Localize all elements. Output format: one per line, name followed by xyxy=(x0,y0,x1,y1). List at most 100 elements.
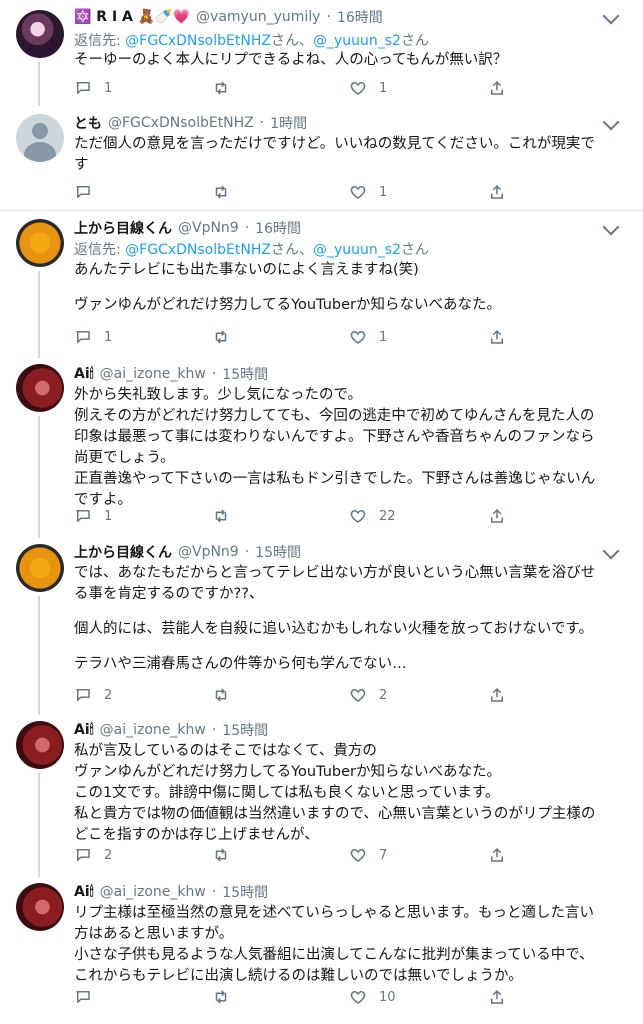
reply-mention[interactable]: @_yuuun_s2 xyxy=(313,33,401,49)
display-name[interactable]: Ai🕯 xyxy=(74,366,94,382)
tweet-text: あんたテレビにも出た事ないのによく言えますね(笑) ヴァンゆんがどれだけ努力して… xyxy=(74,260,619,316)
like-button[interactable]: 7 xyxy=(349,845,387,865)
share-icon xyxy=(491,847,503,862)
reply-button[interactable]: 1 xyxy=(74,78,112,98)
tweet-header: Ai🕯 @ai_izone_khw · 15時間 xyxy=(74,881,268,903)
share-button[interactable] xyxy=(488,78,506,98)
tweet-line: 私が言及しているのはそこではなくて、貴方の xyxy=(74,743,377,759)
reply-mention[interactable]: @FGCxDNsolbEtNHZ xyxy=(125,33,271,49)
display-name[interactable]: Ai🕯 xyxy=(74,722,94,738)
reply-count: 1 xyxy=(104,329,113,345)
timestamp[interactable]: 15時間 xyxy=(222,882,268,902)
like-button[interactable]: 22 xyxy=(349,506,396,526)
chevron-down-icon[interactable] xyxy=(602,113,620,131)
retweet-icon xyxy=(215,185,227,199)
timestamp[interactable]: 15時間 xyxy=(222,364,268,384)
avatar[interactable] xyxy=(16,721,64,769)
display-name[interactable]: 上から目線くん xyxy=(74,542,172,562)
user-handle[interactable]: @FGCxDNsolbEtNHZ xyxy=(108,115,254,131)
user-handle[interactable]: @ai_izone_khw xyxy=(100,884,206,900)
tweet-line: 尚更でしょう。 xyxy=(74,450,175,466)
tweet[interactable]: Ai🕯 @ai_izone_khw · 15時間 私が言及しているのはそこではな… xyxy=(0,715,643,877)
retweet-button[interactable] xyxy=(212,78,242,98)
like-button[interactable]: 2 xyxy=(349,685,387,705)
user-handle[interactable]: @vamyun_yumily xyxy=(196,9,320,25)
like-button[interactable]: 1 xyxy=(349,327,387,347)
display-name[interactable]: 上から目線くん xyxy=(74,218,172,238)
reply-mention[interactable]: @FGCxDNsolbEtNHZ xyxy=(125,242,271,258)
like-button[interactable]: 1 xyxy=(349,182,387,202)
timestamp[interactable]: 16時間 xyxy=(337,7,383,27)
tweet-line: 個人的には、芸能人を自殺に追い込むかもしれない火種を放っておけないです。 xyxy=(74,621,593,637)
thread-line xyxy=(38,271,40,358)
share-icon xyxy=(491,508,503,523)
chevron-down-icon[interactable] xyxy=(602,218,620,236)
tweet-text: では、あなたもだからと言ってテレビ出ない方が良いという心無い言葉を浴びせ る事を… xyxy=(74,563,619,675)
share-button[interactable] xyxy=(488,845,506,865)
tweet-text: そーゆーのよく本人にリプできるよね、人の心ってもんが無い訳？ xyxy=(74,50,619,71)
tweet-line: る事を肯定するのですか??、 xyxy=(74,586,264,602)
display-name[interactable]: 🔯 R I A 🧸🍼💗 xyxy=(74,9,190,25)
action-bar: 10 xyxy=(74,987,514,1007)
avatar[interactable] xyxy=(16,364,64,412)
default-avatar-body xyxy=(24,142,56,162)
reply-button[interactable]: 1 xyxy=(74,327,112,347)
tweet-text: リプ主様は至極当然の意見を述べていらっしゃると思います。もっと適した言い 方はあ… xyxy=(74,903,619,987)
chevron-down-icon[interactable] xyxy=(602,542,620,560)
timestamp[interactable]: 15時間 xyxy=(222,720,268,740)
tweet-line: 正直善逸やって下さいの一言は私もドン引きでした。下野さんは善逸じゃないん xyxy=(74,471,596,487)
share-button[interactable] xyxy=(488,327,506,347)
reply-icon xyxy=(76,82,90,94)
reply-mention[interactable]: @_yuuun_s2 xyxy=(313,242,401,258)
tweet[interactable]: とも @FGCxDNsolbEtNHZ · 1時間 ただ個人の意見を言っただけで… xyxy=(0,106,643,210)
avatar[interactable] xyxy=(16,10,64,58)
reply-icon xyxy=(76,186,90,198)
reply-button[interactable] xyxy=(74,987,104,1007)
user-handle[interactable]: @ai_izone_khw xyxy=(100,366,206,382)
reply-to-line: 返信先: @FGCxDNsolbEtNHZさん、@_yuuun_s2さん xyxy=(74,239,429,259)
timestamp[interactable]: 15時間 xyxy=(255,542,301,562)
retweet-button[interactable] xyxy=(212,845,242,865)
tweet[interactable]: 🔯 R I A 🧸🍼💗 @vamyun_yumily · 16時間 返信先: @… xyxy=(0,0,643,106)
timestamp[interactable]: 1時間 xyxy=(270,113,307,133)
reply-button[interactable]: 1 xyxy=(74,506,112,526)
heart-icon xyxy=(350,185,366,199)
tweet[interactable]: 上から目線くん @VpNn9 · 16時間 返信先: @FGCxDNsolbEt… xyxy=(0,211,643,358)
retweet-button[interactable] xyxy=(212,327,242,347)
tweet[interactable]: 上から目線くん @VpNn9 · 15時間 では、あなたもだからと言ってテレビ出… xyxy=(0,538,643,715)
chevron-down-icon[interactable] xyxy=(602,7,620,25)
share-button[interactable] xyxy=(488,182,506,202)
retweet-button[interactable] xyxy=(212,685,242,705)
user-handle[interactable]: @ai_izone_khw xyxy=(100,722,206,738)
reply-button[interactable]: 2 xyxy=(74,685,112,705)
share-button[interactable] xyxy=(488,685,506,705)
tweet-line: す xyxy=(74,157,89,173)
user-handle[interactable]: @VpNn9 xyxy=(178,544,239,560)
user-handle[interactable]: @VpNn9 xyxy=(178,220,239,236)
timestamp[interactable]: 16時間 xyxy=(255,218,301,238)
like-button[interactable]: 10 xyxy=(349,987,396,1007)
share-button[interactable] xyxy=(488,506,506,526)
display-name[interactable]: とも xyxy=(74,113,102,133)
avatar[interactable] xyxy=(16,114,64,162)
retweet-button[interactable] xyxy=(212,182,242,202)
share-button[interactable] xyxy=(488,987,506,1007)
display-name[interactable]: Ai🕯 xyxy=(74,884,94,900)
reply-count: 2 xyxy=(104,687,113,703)
heart-icon xyxy=(350,848,366,862)
tweet-header: とも @FGCxDNsolbEtNHZ · 1時間 xyxy=(74,112,307,134)
retweet-icon xyxy=(215,330,227,344)
tweet[interactable]: Ai🕯 @ai_izone_khw · 15時間 リプ主様は至極当然の意見を述べ… xyxy=(0,877,643,1024)
avatar[interactable] xyxy=(16,883,64,931)
retweet-button[interactable] xyxy=(212,987,242,1007)
retweet-button[interactable] xyxy=(212,506,242,526)
reply-button[interactable]: 2 xyxy=(74,845,112,865)
avatar[interactable] xyxy=(16,219,64,267)
tweet[interactable]: Ai🕯 @ai_izone_khw · 15時間 外から失礼致します。少し気にな… xyxy=(0,358,643,538)
avatar[interactable] xyxy=(16,544,64,592)
like-button[interactable]: 1 xyxy=(349,78,387,98)
reply-button[interactable] xyxy=(74,182,104,202)
action-bar: 1 22 xyxy=(74,506,514,526)
